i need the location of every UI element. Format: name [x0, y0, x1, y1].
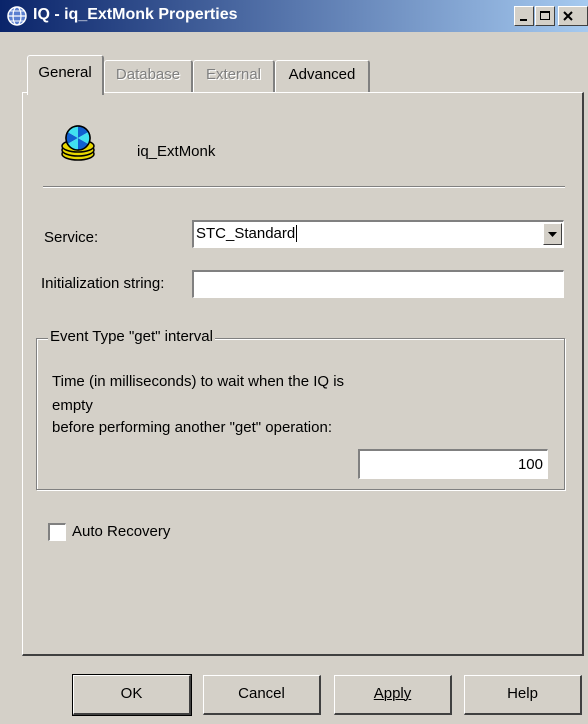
minimize-button[interactable]	[514, 6, 534, 26]
service-dropdown-button[interactable]	[543, 223, 562, 245]
globe-icon	[7, 6, 27, 26]
auto-recovery-label[interactable]: Auto Recovery	[72, 523, 170, 540]
close-icon	[563, 11, 573, 21]
interval-value: 100	[517, 456, 543, 473]
title-bar[interactable]: IQ - iq_ExtMonk Properties	[0, 0, 588, 32]
maximize-icon	[540, 11, 550, 20]
tab-external[interactable]: External	[193, 60, 275, 92]
interval-description-line-2: empty	[52, 397, 93, 414]
cancel-button[interactable]: Cancel	[203, 675, 321, 715]
queue-stack-icon	[61, 125, 95, 161]
window-title: IQ - iq_ExtMonk Properties	[33, 6, 238, 23]
init-string-label: Initialization string:	[41, 275, 165, 292]
maximize-button[interactable]	[535, 6, 555, 26]
service-label: Service:	[44, 229, 99, 246]
help-button[interactable]: Help	[464, 675, 582, 715]
apply-button-label: Apply	[373, 685, 412, 702]
minimize-icon	[520, 19, 527, 21]
interval-input[interactable]: 100	[358, 449, 548, 479]
header-divider	[43, 186, 565, 188]
tab-database[interactable]: Database	[104, 60, 193, 92]
apply-button[interactable]: Apply	[334, 675, 452, 715]
close-button[interactable]	[558, 6, 588, 26]
tab-general[interactable]: General	[27, 55, 104, 95]
service-select[interactable]: STC_Standard	[192, 220, 564, 248]
object-name: iq_ExtMonk	[137, 143, 216, 160]
interval-description-line-3: before performing another "get" operatio…	[52, 419, 332, 436]
ok-button[interactable]: OK	[72, 674, 192, 716]
init-string-input[interactable]	[192, 270, 564, 298]
tab-advanced[interactable]: Advanced	[275, 60, 370, 92]
auto-recovery-checkbox[interactable]	[48, 523, 66, 541]
get-interval-group-title: Event Type "get" interval	[48, 328, 215, 345]
chevron-down-icon	[548, 232, 557, 237]
interval-description-line-1: Time (in milliseconds) to wait when the …	[52, 373, 345, 390]
service-value: STC_Standard	[196, 225, 298, 242]
